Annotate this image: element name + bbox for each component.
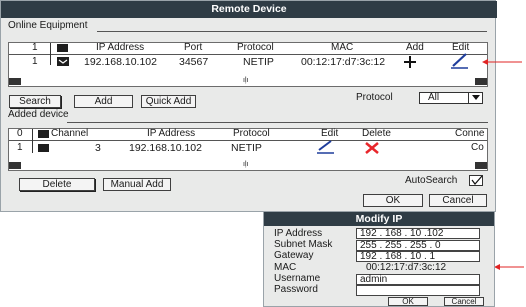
- password-label: Password: [274, 284, 318, 295]
- select-all-checkbox[interactable]: [57, 44, 68, 52]
- added-device-label: Added device: [8, 109, 69, 120]
- autosearch-label: AutoSearch: [405, 175, 458, 186]
- header-port: Port: [184, 42, 203, 53]
- scroll-grip-icon: ıļı: [243, 161, 249, 168]
- header-mac: MAC: [331, 42, 354, 53]
- ip-address-label: IP Address: [274, 228, 323, 239]
- manual-add-button[interactable]: Manual Add: [103, 178, 171, 191]
- plus-icon[interactable]: [403, 55, 417, 74]
- select-all-checkbox[interactable]: [38, 130, 49, 138]
- mac-value: 00:12:17:d7:3c:12: [366, 262, 447, 273]
- online-equipment-table[interactable]: 1 IP Address Port Protocol MAC Add Edit …: [8, 42, 488, 87]
- header-ip: IP Address: [96, 42, 145, 53]
- row-channel: 3: [95, 142, 101, 154]
- protocol-label: Protocol: [356, 92, 393, 103]
- pencil-icon[interactable]: [450, 51, 470, 74]
- username-field[interactable]: admin: [356, 274, 480, 285]
- x-icon[interactable]: [364, 141, 380, 160]
- gateway-field[interactable]: 192 . 168 . 10 . 1: [356, 251, 480, 262]
- remote-device-dialog: Remote Device Online Equipment 1 IP Addr…: [0, 0, 497, 212]
- checkmark-icon: [471, 176, 483, 185]
- protocol-select[interactable]: All: [419, 92, 483, 104]
- header-connect: Conne: [455, 128, 485, 139]
- scroll-thumb-left[interactable]: [9, 162, 21, 169]
- section-divider: [97, 31, 487, 32]
- row-index: 1: [32, 56, 38, 67]
- cancel-button[interactable]: Cancel: [444, 297, 484, 306]
- subnet-mask-field[interactable]: 255 . 255 . 255 . 0: [356, 240, 480, 251]
- checked-checkbox-icon[interactable]: [57, 57, 69, 66]
- header-delete: Delete: [362, 128, 391, 139]
- added-device-table[interactable]: 0 Channel IP Address Protocol Edit Delet…: [8, 128, 488, 171]
- online-equipment-label: Online Equipment: [8, 20, 88, 31]
- horizontal-scrollbar[interactable]: ıļı: [9, 161, 487, 170]
- gateway-label: Gateway: [274, 250, 314, 261]
- arrow-icon: [482, 59, 522, 65]
- mac-label: MAC: [274, 262, 297, 273]
- table-row[interactable]: 1 192.168.10.102 34567 NETIP 00:12:17:d7…: [9, 53, 487, 69]
- row-mac: 00:12:17:d7:3c:12: [301, 56, 386, 68]
- ok-button[interactable]: OK: [363, 194, 423, 207]
- pencil-icon[interactable]: [316, 137, 336, 160]
- header-add: Add: [406, 42, 424, 53]
- password-field[interactable]: [356, 285, 480, 296]
- dialog-title: Remote Device: [1, 1, 497, 18]
- username-label: Username: [274, 273, 321, 284]
- table-row[interactable]: 1 3 192.168.10.102 NETIP Co: [9, 140, 487, 155]
- chevron-down-icon: [472, 95, 480, 100]
- quick-add-button[interactable]: Quick Add: [141, 95, 196, 108]
- header-protocol: Protocol: [233, 128, 270, 139]
- scroll-thumb-right[interactable]: [475, 162, 487, 169]
- row-checkbox[interactable]: [38, 144, 49, 152]
- delete-button[interactable]: Delete: [19, 178, 95, 191]
- search-button[interactable]: Search: [9, 95, 61, 108]
- row-protocol: NETIP: [231, 142, 262, 154]
- subnet-mask-label: Subnet Mask: [274, 239, 333, 250]
- scroll-thumb-right[interactable]: [475, 78, 487, 85]
- horizontal-scrollbar[interactable]: ıļı: [9, 77, 487, 86]
- scroll-thumb-left[interactable]: [9, 78, 21, 85]
- ok-button[interactable]: OK: [388, 297, 428, 306]
- header-index: 0: [17, 128, 23, 139]
- modify-ip-dialog: Modify IP IP Address 192 . 168 . 10 .102…: [263, 211, 495, 307]
- cancel-button[interactable]: Cancel: [429, 194, 487, 207]
- protocol-select-value: All: [428, 92, 440, 103]
- autosearch-checkbox[interactable]: [469, 175, 483, 186]
- row-protocol: NETIP: [243, 56, 274, 68]
- dialog-title: Modify IP: [264, 212, 494, 226]
- header-protocol: Protocol: [237, 42, 274, 53]
- select-divider: [468, 93, 469, 103]
- scroll-grip-icon: ıļı: [243, 77, 249, 84]
- row-ip: 192.168.10.102: [129, 142, 202, 154]
- header-index: 1: [32, 42, 38, 53]
- header-ip: IP Address: [147, 128, 196, 139]
- section-divider: [67, 122, 488, 123]
- row-connect: Co: [471, 142, 484, 153]
- ip-address-field[interactable]: 192 . 168 . 10 .102: [356, 228, 480, 239]
- row-ip: 192.168.10.102: [84, 56, 157, 68]
- add-button[interactable]: Add: [74, 95, 133, 108]
- row-index: 1: [17, 142, 23, 153]
- row-port: 34567: [179, 56, 209, 68]
- arrow-icon: [494, 264, 524, 270]
- header-channel: Channel: [51, 128, 89, 139]
